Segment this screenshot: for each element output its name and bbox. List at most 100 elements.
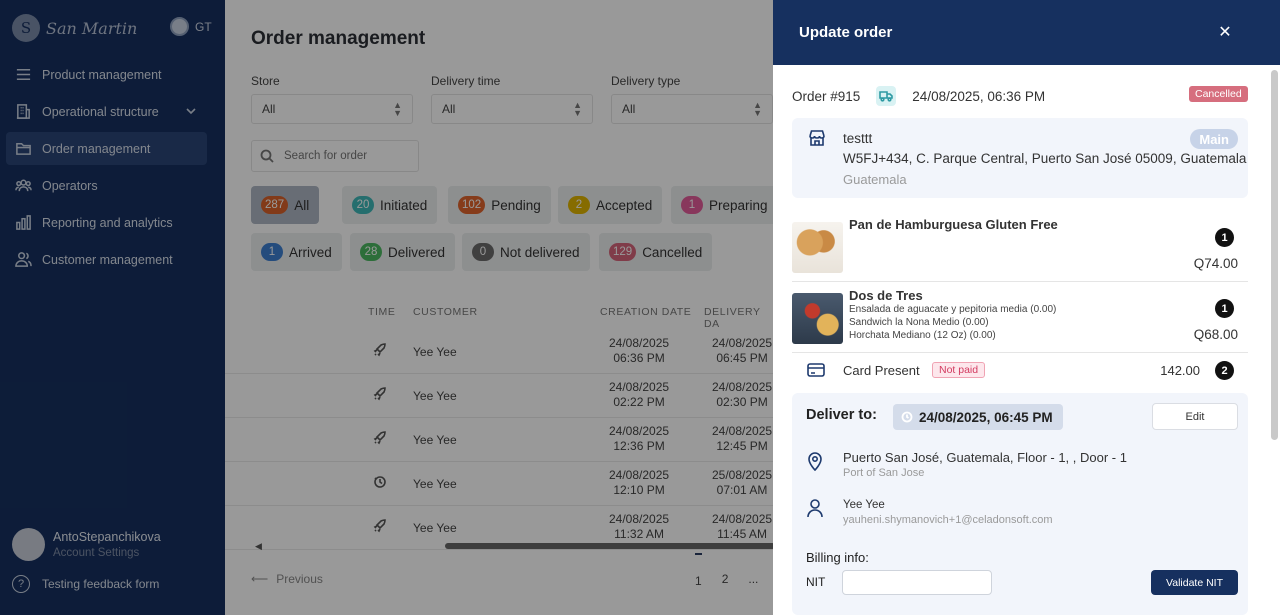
chip-count: 2 <box>568 196 590 214</box>
delivery-card: Deliver to: 24/08/2025, 06:45 PM Edit Pu… <box>792 393 1248 615</box>
chip-accepted[interactable]: 2 Accepted <box>558 186 663 224</box>
row-delivery-date: 24/08/2025 11:45 AM <box>712 512 773 541</box>
drawer-scrollbar[interactable] <box>1271 70 1278 440</box>
search-input[interactable] <box>284 150 404 162</box>
product-price: Q68.00 <box>1193 327 1238 342</box>
brand-logo-icon: S <box>12 14 40 42</box>
page-1-button[interactable]: 1 <box>695 553 702 588</box>
chip-initiated[interactable]: 20 Initiated <box>342 186 438 224</box>
sidebar-item-label: Product management <box>42 67 162 82</box>
col-time[interactable]: TIME <box>368 306 395 318</box>
row-creation-date: 24/08/2025 06:36 PM <box>609 336 670 365</box>
table-row[interactable]: Yee Yee 24/08/2025 12:10 PM 25/08/2025 07:… <box>225 462 773 506</box>
menu-icon <box>14 66 32 84</box>
row-customer: Yee Yee <box>413 433 457 447</box>
rocket-icon <box>373 343 387 357</box>
row-customer: Yee Yee <box>413 521 457 535</box>
users-icon <box>14 177 32 195</box>
sidebar-item-reporting[interactable]: Reporting and analytics <box>6 206 207 239</box>
chip-arrived[interactable]: 1 Arrived <box>251 233 342 271</box>
sidebar: S San Martin GT Product management Opera… <box>0 0 225 615</box>
chip-delivered[interactable]: 28 Delivered <box>350 233 456 271</box>
store-city: Guatemala <box>843 172 907 187</box>
chevron-updown-icon: ▲ ▼ <box>573 100 582 118</box>
avatar <box>12 528 45 561</box>
table-row[interactable]: Yee Yee 24/08/2025 06:36 PM 24/08/2025 06:… <box>225 330 773 374</box>
deliver-to-label: Deliver to: <box>806 407 877 423</box>
product-price: Q74.00 <box>1193 256 1238 271</box>
search-icon <box>260 149 274 163</box>
table-row[interactable]: Yee Yee 24/08/2025 02:22 PM 24/08/2025 02:… <box>225 374 773 418</box>
chip-count: 129 <box>609 243 637 261</box>
close-icon[interactable]: ✕ <box>1214 21 1236 43</box>
edit-button[interactable]: Edit <box>1152 403 1238 430</box>
horizontal-scrollbar[interactable]: ◀ <box>255 541 773 552</box>
sidebar-item-label: Customer management <box>42 252 173 267</box>
chevron-updown-icon: ▲ ▼ <box>393 100 402 118</box>
row-creation-date: 24/08/2025 12:10 PM <box>609 468 670 497</box>
product-name: Pan de Hamburguesa Gluten Free <box>849 217 1058 232</box>
sidebar-item-operators[interactable]: Operators <box>6 169 207 202</box>
sidebar-item-operational-structure[interactable]: Operational structure <box>6 95 207 128</box>
country-code: GT <box>195 19 212 34</box>
product-row: Dos de Tres Ensalada de aguacate y pepit… <box>792 283 1248 353</box>
delivery-time-chip: 24/08/2025, 06:45 PM <box>893 404 1063 430</box>
nit-input[interactable] <box>842 570 992 595</box>
pagination-previous[interactable]: ⟵ Previous <box>251 572 323 586</box>
col-customer[interactable]: CUSTOMER <box>413 306 478 318</box>
delivery-address: Puerto San José, Guatemala, Floor - 1, ,… <box>843 450 1127 465</box>
chip-count: 20 <box>352 196 374 214</box>
scrollbar-thumb[interactable] <box>445 543 773 549</box>
payment-method: Card Present <box>843 363 920 378</box>
filter-label: Store <box>251 74 280 88</box>
rocket-icon <box>373 519 387 533</box>
sidebar-item-label: Operational structure <box>42 104 159 119</box>
chip-pending[interactable]: 102 Pending <box>448 186 551 224</box>
sidebar-item-customer-management[interactable]: Customer management <box>6 243 207 276</box>
scroll-left-icon[interactable]: ◀ <box>255 541 262 552</box>
clock-icon <box>373 475 387 489</box>
chip-label: Initiated <box>380 197 428 213</box>
sidebar-nav: Product management Operational structure… <box>0 58 225 276</box>
table-row[interactable]: Yee Yee 24/08/2025 12:36 PM 24/08/2025 12:… <box>225 418 773 462</box>
rocket-icon <box>373 431 387 445</box>
delivery-time-select[interactable]: All ▲ ▼ <box>431 94 593 124</box>
col-delivery-date[interactable]: DELIVERY DA <box>704 306 773 330</box>
validate-nit-button[interactable]: Validate NIT <box>1151 570 1238 595</box>
sidebar-item-order-management[interactable]: Order management <box>6 132 207 165</box>
delivery-type-select[interactable]: All ▲ ▼ <box>611 94 773 124</box>
user-group-icon <box>14 251 32 269</box>
select-value: All <box>262 102 276 116</box>
row-customer: Yee Yee <box>413 477 457 491</box>
folder-icon <box>14 140 32 158</box>
user-account[interactable]: AntoStepanchikova Account Settings <box>12 528 161 561</box>
chip-label: All <box>294 197 310 213</box>
row-creation-date: 24/08/2025 12:36 PM <box>609 424 670 453</box>
chip-preparing[interactable]: 1 Preparing <box>671 186 773 224</box>
product-option: Ensalada de aguacate y pepitoria media (… <box>849 304 1057 315</box>
chip-cancelled[interactable]: 129 Cancelled <box>599 233 713 271</box>
page-title: Order management <box>251 28 426 49</box>
page-2-button[interactable]: 2 <box>722 572 729 588</box>
chevron-down-icon[interactable] <box>185 105 197 117</box>
chip-count: 0 <box>472 243 494 261</box>
chip-all[interactable]: 287 All <box>251 186 320 224</box>
chip-count: 287 <box>261 196 289 214</box>
account-settings-link[interactable]: Account Settings <box>53 547 161 559</box>
chip-not-delivered[interactable]: 0 Not delivered <box>462 233 590 271</box>
chip-label: Accepted <box>596 197 653 213</box>
store-name: testtt <box>843 131 873 146</box>
sidebar-item-product-management[interactable]: Product management <box>6 58 207 91</box>
payment-status-badge: Not paid <box>932 362 986 378</box>
feedback-link[interactable]: ? Testing feedback form <box>12 575 159 593</box>
delivery-truck-icon <box>876 86 897 106</box>
customer-email: yauheni.shymanovich+1@celadonsoft.com <box>843 514 1053 526</box>
store-select[interactable]: All ▲ ▼ <box>251 94 413 124</box>
country-selector[interactable]: GT <box>170 17 212 36</box>
col-creation-date[interactable]: CREATION DATE <box>600 306 691 318</box>
chip-count: 28 <box>360 243 382 261</box>
row-delivery-date: 24/08/2025 06:45 PM <box>712 336 773 365</box>
payment-total: 142.00 <box>1160 363 1200 378</box>
drawer-header: Update order ✕ <box>773 0 1280 65</box>
delivery-address-sub: Port of San Jose <box>843 467 925 479</box>
